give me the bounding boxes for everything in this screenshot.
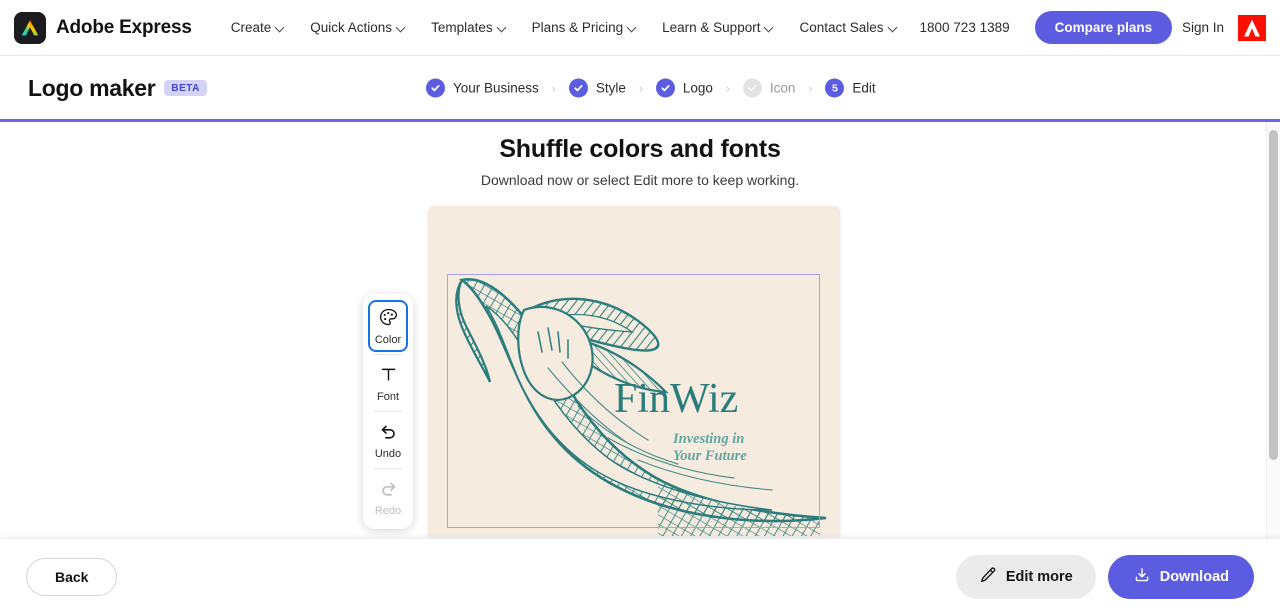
font-tool-button[interactable]: Font xyxy=(368,357,408,409)
nav-item-contact-sales[interactable]: Contact Sales xyxy=(786,14,909,41)
palette-icon xyxy=(379,308,398,332)
edit-more-button[interactable]: Edit more xyxy=(955,554,1096,599)
download-icon xyxy=(1133,566,1151,588)
sales-phone-number[interactable]: 1800 723 1389 xyxy=(920,20,1010,35)
nav-item-quick-actions[interactable]: Quick Actions xyxy=(297,14,418,41)
step-label: Icon xyxy=(769,80,796,96)
page-title: Logo maker xyxy=(28,74,156,101)
main-content: Shuffle colors and fonts Download now or… xyxy=(0,122,1280,539)
compare-plans-button[interactable]: Compare plans xyxy=(1034,11,1173,44)
footer-primary-actions: Edit more Download xyxy=(955,554,1254,599)
rail-button-label: Color xyxy=(374,334,402,346)
content-heading: Shuffle colors and fonts xyxy=(499,135,781,163)
rail-button-label: Font xyxy=(376,391,399,403)
step-edit[interactable]: 5 Edit xyxy=(825,78,876,98)
nav-item-templates[interactable]: Templates xyxy=(418,14,519,41)
chevron-down-icon xyxy=(889,23,897,31)
step-style[interactable]: Style xyxy=(568,78,626,98)
rail-divider xyxy=(373,354,403,355)
undo-button[interactable]: Undo xyxy=(368,414,408,466)
step-check-icon xyxy=(568,78,588,98)
logo-tagline-line2: Your Future xyxy=(673,448,747,465)
nav-item-label: Plans & Pricing xyxy=(531,20,624,35)
logo-tagline-line1: Investing in xyxy=(673,431,745,447)
pencil-icon xyxy=(979,566,997,588)
nav-item-label: Learn & Support xyxy=(662,20,761,35)
tool-title-group: Logo maker BETA xyxy=(0,75,207,102)
tool-header: Logo maker BETA Your Business › Style › xyxy=(0,56,1280,120)
beta-badge: BETA xyxy=(164,80,207,96)
content-subheading: Download now or select Edit more to keep… xyxy=(480,172,800,188)
scrollbar-thumb[interactable] xyxy=(1269,130,1278,460)
logo-canvas[interactable]: FinWiz Investing in Your Future xyxy=(428,206,840,536)
step-separator-icon: › xyxy=(638,81,643,95)
editor-tool-rail: Color Font Undo Redo xyxy=(363,294,413,529)
action-footer: Back Edit more Download xyxy=(0,539,1280,614)
redo-button[interactable]: Redo xyxy=(368,471,408,523)
step-check-icon xyxy=(742,78,762,98)
rail-divider xyxy=(373,468,403,469)
back-button[interactable]: Back xyxy=(26,557,118,596)
step-check-icon xyxy=(655,78,675,98)
step-label: Your Business xyxy=(453,80,539,96)
text-t-icon xyxy=(379,365,398,389)
app-root: Adobe Express Create Quick Actions Templ… xyxy=(0,0,1280,614)
global-header: Adobe Express Create Quick Actions Templ… xyxy=(0,0,1280,56)
brand-name: Adobe Express xyxy=(56,16,192,38)
nav-item-label: Contact Sales xyxy=(799,20,884,35)
nav-item-label: Templates xyxy=(431,20,493,35)
nav-item-plans-pricing[interactable]: Plans & Pricing xyxy=(519,14,650,41)
nav-item-create[interactable]: Create xyxy=(218,14,298,41)
chevron-down-icon xyxy=(765,23,773,31)
nav-item-label: Quick Actions xyxy=(310,20,393,35)
step-logo[interactable]: Logo xyxy=(655,78,713,98)
rail-button-label: Undo xyxy=(374,448,402,460)
content-scrollbar[interactable] xyxy=(1266,122,1280,539)
step-separator-icon: › xyxy=(808,81,813,95)
wizard-stepper: Your Business › Style › Logo › Icon › 5 … xyxy=(426,78,876,98)
step-your-business[interactable]: Your Business xyxy=(426,78,539,98)
edit-more-label: Edit more xyxy=(1005,568,1073,585)
chevron-down-icon xyxy=(397,23,405,31)
redo-arrow-icon xyxy=(379,479,398,503)
logo-brand-name[interactable]: FinWiz xyxy=(614,378,738,420)
chevron-down-icon xyxy=(276,23,284,31)
undo-arrow-icon xyxy=(379,422,398,446)
step-label: Edit xyxy=(852,80,876,96)
rail-divider xyxy=(373,411,403,412)
global-nav-right: Sign In xyxy=(1182,14,1280,41)
step-icon[interactable]: Icon xyxy=(742,78,796,98)
step-label: Style xyxy=(595,80,626,96)
adobe-express-logo-icon xyxy=(14,11,46,44)
logo-tagline[interactable]: Investing in Your Future xyxy=(673,431,747,466)
nav-item-label: Create xyxy=(230,20,272,35)
rail-button-label: Redo xyxy=(374,505,402,517)
adobe-a-logo-icon[interactable] xyxy=(1238,14,1266,41)
nav-item-learn-support[interactable]: Learn & Support xyxy=(649,14,786,41)
brand-home-link[interactable]: Adobe Express xyxy=(0,11,192,44)
download-button[interactable]: Download xyxy=(1107,554,1254,599)
step-label: Logo xyxy=(682,80,713,96)
step-number-badge: 5 xyxy=(825,78,845,98)
step-check-icon xyxy=(426,78,445,98)
chevron-down-icon xyxy=(628,23,636,31)
editor-stage: Color Font Undo Redo FinWiz Investing in… xyxy=(0,206,1280,536)
chevron-down-icon xyxy=(498,23,506,31)
download-label: Download xyxy=(1159,568,1229,585)
step-separator-icon: › xyxy=(725,81,730,95)
color-tool-button[interactable]: Color xyxy=(368,300,408,352)
sign-in-link[interactable]: Sign In xyxy=(1182,20,1224,35)
step-separator-icon: › xyxy=(551,81,556,95)
global-nav-menu: Create Quick Actions Templates Plans & P… xyxy=(218,11,1173,44)
